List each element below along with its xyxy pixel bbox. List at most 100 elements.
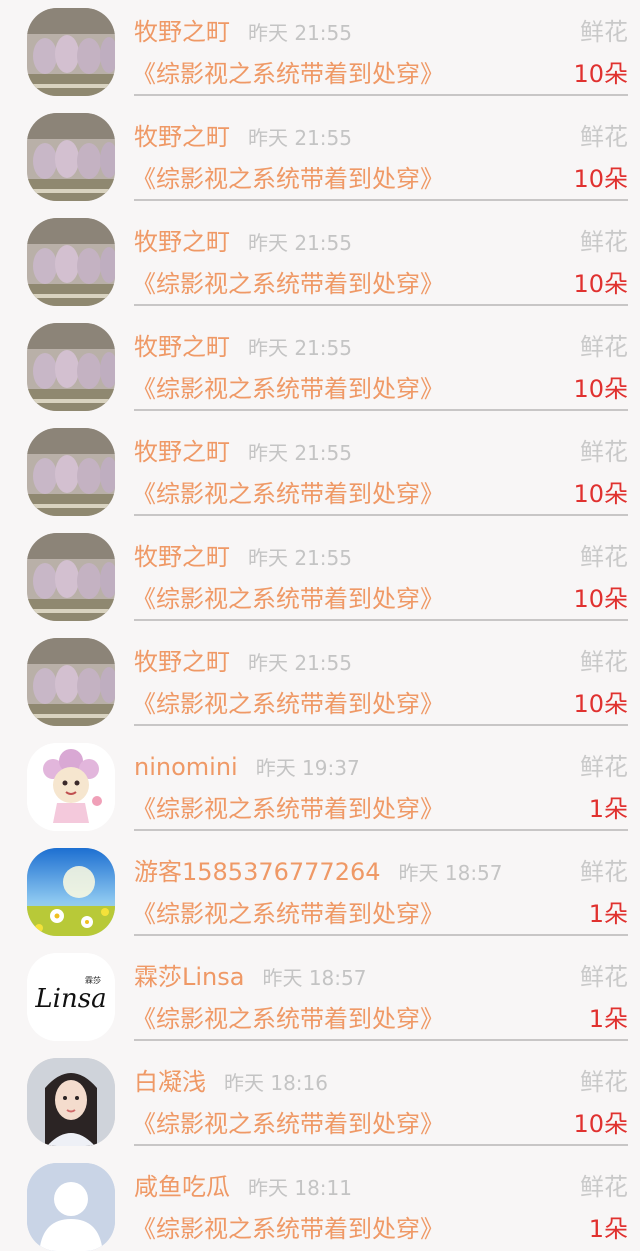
avatar[interactable]: 霖莎 Linsa (27, 953, 115, 1041)
user-name[interactable]: 牧野之町 (134, 438, 230, 466)
book-title[interactable]: 《综影视之系统带着到处穿》 (132, 1211, 444, 1247)
user-name[interactable]: 牧野之町 (134, 543, 230, 571)
avatar[interactable] (27, 113, 115, 201)
book-title[interactable]: 《综影视之系统带着到处穿》 (132, 371, 444, 407)
gift-type: 鲜花 (580, 543, 628, 571)
gift-list-page: 牧野之町 昨天 21:55 鲜花 《综影视之系统带着到处穿》 10朵 牧野之町 昨天… (0, 0, 640, 1251)
timestamp: 昨天 18:57 (262, 966, 367, 990)
cat-photo-icon (27, 323, 115, 411)
book-title[interactable]: 《综影视之系统带着到处穿》 (132, 791, 444, 827)
flower-field-icon (27, 848, 115, 936)
gift-count: 1朵 (588, 1005, 628, 1033)
divider (134, 1144, 628, 1146)
cat-photo-icon (27, 113, 115, 201)
list-item[interactable]: 牧野之町 昨天 21:55 鲜花 《综影视之系统带着到处穿》 10朵 (0, 420, 640, 525)
gift-count: 10朵 (573, 375, 628, 403)
gift-type: 鲜花 (580, 648, 628, 676)
gift-count: 10朵 (573, 1110, 628, 1138)
gift-type: 鲜花 (580, 228, 628, 256)
book-title[interactable]: 《综影视之系统带着到处穿》 (132, 266, 444, 302)
timestamp: 昨天 21:55 (248, 441, 352, 465)
timestamp: 昨天 21:55 (248, 651, 352, 675)
timestamp: 昨天 18:11 (248, 1176, 352, 1200)
list-item[interactable]: 白凝浅 昨天 18:16 鲜花 《综影视之系统带着到处穿》 10朵 (0, 1050, 640, 1155)
default-user-icon (27, 1163, 115, 1251)
list-item[interactable]: 霖莎 Linsa 霖莎Linsa 昨天 18:57 鲜花 《综影视之系统带着到处穿… (0, 945, 640, 1050)
user-name[interactable]: ninomini (134, 753, 238, 781)
list-item[interactable]: 牧野之町 昨天 21:55 鲜花 《综影视之系统带着到处穿》 10朵 (0, 210, 640, 315)
svg-text:Linsa: Linsa (34, 984, 106, 1014)
list-item[interactable]: 牧野之町 昨天 21:55 鲜花 《综影视之系统带着到处穿》 10朵 (0, 525, 640, 630)
user-name[interactable]: 牧野之町 (134, 18, 230, 46)
avatar[interactable] (27, 428, 115, 516)
book-title[interactable]: 《综影视之系统带着到处穿》 (132, 896, 444, 932)
avatar[interactable] (27, 1163, 115, 1251)
user-name[interactable]: 牧野之町 (134, 228, 230, 256)
book-title[interactable]: 《综影视之系统带着到处穿》 (132, 1001, 444, 1037)
gift-count: 1朵 (588, 900, 628, 928)
divider (134, 409, 628, 411)
list-item[interactable]: 游客1585376777264 昨天 18:57 鲜花 《综影视之系统带着到处穿》… (0, 840, 640, 945)
divider (134, 94, 628, 96)
woman-portrait-icon (27, 1058, 115, 1146)
book-title[interactable]: 《综影视之系统带着到处穿》 (132, 686, 444, 722)
list-item[interactable]: 牧野之町 昨天 21:55 鲜花 《综影视之系统带着到处穿》 10朵 (0, 630, 640, 735)
book-title[interactable]: 《综影视之系统带着到处穿》 (132, 1106, 444, 1142)
gift-type: 鲜花 (580, 753, 628, 781)
gift-type: 鲜花 (580, 18, 628, 46)
user-name[interactable]: 白凝浅 (134, 1068, 206, 1096)
cat-photo-icon (27, 533, 115, 621)
gift-count: 10朵 (573, 480, 628, 508)
cat-photo-icon (27, 8, 115, 96)
gift-type: 鲜花 (580, 1173, 628, 1201)
list-item[interactable]: 咸鱼吃瓜 昨天 18:11 鲜花 《综影视之系统带着到处穿》 1朵 (0, 1155, 640, 1251)
gift-type: 鲜花 (580, 1068, 628, 1096)
gift-type: 鲜花 (580, 123, 628, 151)
user-name[interactable]: 咸鱼吃瓜 (134, 1173, 230, 1201)
gift-count: 10朵 (573, 60, 628, 88)
list-item[interactable]: 牧野之町 昨天 21:55 鲜花 《综影视之系统带着到处穿》 10朵 (0, 105, 640, 210)
avatar[interactable] (27, 8, 115, 96)
list-item[interactable]: 牧野之町 昨天 21:55 鲜花 《综影视之系统带着到处穿》 10朵 (0, 315, 640, 420)
timestamp: 昨天 21:55 (248, 126, 352, 150)
book-title[interactable]: 《综影视之系统带着到处穿》 (132, 581, 444, 617)
gift-type: 鲜花 (580, 963, 628, 991)
divider (134, 619, 628, 621)
book-title[interactable]: 《综影视之系统带着到处穿》 (132, 161, 444, 197)
avatar[interactable] (27, 533, 115, 621)
timestamp: 昨天 21:55 (248, 336, 352, 360)
gift-type: 鲜花 (580, 438, 628, 466)
divider (134, 1039, 628, 1041)
avatar[interactable] (27, 218, 115, 306)
user-name[interactable]: 霖莎Linsa (134, 963, 244, 991)
timestamp: 昨天 18:57 (398, 861, 503, 885)
linsa-logo-icon: 霖莎 Linsa (27, 953, 115, 1041)
avatar[interactable] (27, 848, 115, 936)
gift-count: 10朵 (573, 165, 628, 193)
list-item[interactable]: 牧野之町 昨天 21:55 鲜花 《综影视之系统带着到处穿》 10朵 (0, 0, 640, 105)
avatar[interactable] (27, 1058, 115, 1146)
timestamp: 昨天 21:55 (248, 231, 352, 255)
user-name[interactable]: 牧野之町 (134, 123, 230, 151)
book-title[interactable]: 《综影视之系统带着到处穿》 (132, 476, 444, 512)
timestamp: 昨天 21:55 (248, 21, 352, 45)
divider (134, 304, 628, 306)
gift-count: 1朵 (588, 1215, 628, 1243)
avatar[interactable] (27, 638, 115, 726)
cat-photo-icon (27, 638, 115, 726)
book-title[interactable]: 《综影视之系统带着到处穿》 (132, 56, 444, 92)
gift-count: 1朵 (588, 795, 628, 823)
user-name[interactable]: 游客1585376777264 (134, 858, 381, 886)
user-name[interactable]: 牧野之町 (134, 333, 230, 361)
user-name[interactable]: 牧野之町 (134, 648, 230, 676)
cat-photo-icon (27, 428, 115, 516)
divider (134, 199, 628, 201)
list-item[interactable]: ninomini 昨天 19:37 鲜花 《综影视之系统带着到处穿》 1朵 (0, 735, 640, 840)
timestamp: 昨天 18:16 (224, 1071, 328, 1095)
cat-photo-icon (27, 218, 115, 306)
gift-count: 10朵 (573, 585, 628, 613)
gift-type: 鲜花 (580, 858, 628, 886)
avatar[interactable] (27, 743, 115, 831)
divider (134, 829, 628, 831)
avatar[interactable] (27, 323, 115, 411)
